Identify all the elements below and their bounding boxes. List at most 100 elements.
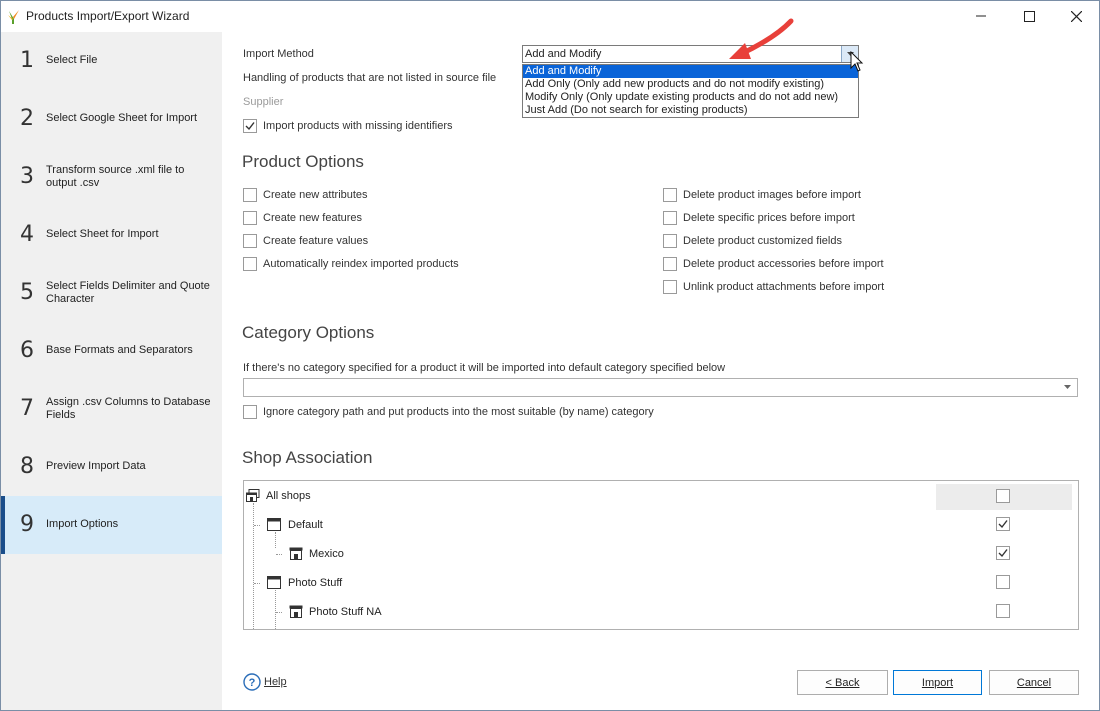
step-assign-columns[interactable]: 7 Assign .csv Columns to Database Fields (1, 380, 222, 438)
option-label: Delete product customized fields (683, 235, 842, 247)
step-number: 8 (20, 454, 34, 479)
step-import-options[interactable]: 9 Import Options (1, 496, 222, 554)
step-number: 3 (20, 164, 34, 189)
missing-identifiers-label: Import products with missing identifiers (263, 120, 453, 132)
tree-label: All shops (266, 490, 311, 502)
step-number: 6 (20, 338, 34, 363)
checkmark-icon (998, 520, 1008, 529)
import-method-label: Import Method (243, 48, 314, 60)
checkmark-icon (245, 122, 255, 131)
category-description: If there's no category specified for a p… (243, 362, 726, 374)
reindex-products-checkbox[interactable] (243, 257, 257, 271)
tree-row-mexico[interactable]: Mexico (244, 539, 1078, 568)
title-bar: Products Import/Export Wizard (1, 1, 1099, 32)
ignore-category-path-checkbox[interactable] (243, 405, 257, 419)
svg-text:?: ? (249, 677, 256, 689)
option-label: Delete product accessories before import (683, 258, 884, 270)
import-label: Import (921, 676, 954, 689)
all-shops-checkbox[interactable] (996, 489, 1010, 503)
unlink-attachments-checkbox[interactable] (663, 280, 677, 294)
step-select-sheet[interactable]: 4 Select Sheet for Import (1, 206, 222, 264)
checkmark-icon (998, 549, 1008, 558)
app-logo-icon (8, 10, 19, 24)
option-label: Unlink product attachments before import (683, 281, 885, 293)
option-just-add[interactable]: Just Add (Do not search for existing pro… (523, 104, 858, 117)
option-label: Automatically reindex imported products (263, 258, 459, 270)
create-attributes-checkbox[interactable] (243, 188, 257, 202)
step-label: Select File (46, 54, 98, 66)
step-number: 2 (20, 106, 34, 131)
shop-group-icon (246, 489, 260, 502)
help-icon: ? (243, 673, 261, 691)
product-options-title: Product Options (242, 152, 364, 171)
ignore-category-path-label: Ignore category path and put products in… (263, 406, 654, 418)
step-select-google-sheet[interactable]: 2 Select Google Sheet for Import (1, 90, 222, 148)
shop-icon (289, 605, 303, 618)
step-label: Import Options (46, 518, 119, 530)
delete-customized-fields-checkbox[interactable] (663, 234, 677, 248)
step-label: Base Formats and Separators (46, 344, 193, 356)
step-number: 1 (20, 48, 34, 73)
step-select-file[interactable]: 1 Select File (1, 32, 222, 90)
default-category-combobox[interactable] (243, 378, 1078, 397)
missing-identifiers-checkbox[interactable] (243, 119, 257, 133)
option-label: Delete product images before import (683, 189, 861, 201)
step-preview-data[interactable]: 8 Preview Import Data (1, 438, 222, 496)
step-label: Select Sheet for Import (46, 228, 159, 240)
option-add-only[interactable]: Add Only (Only add new products and do n… (523, 78, 858, 91)
mouse-cursor-icon (850, 51, 864, 72)
tree-row-photo-stuff[interactable]: Photo Stuff (244, 568, 1078, 597)
tree-row-photo-stuff-na[interactable]: Photo Stuff NA (244, 597, 1078, 626)
tree-row-default[interactable]: Default (244, 510, 1078, 539)
photo-stuff-na-shop-checkbox[interactable] (996, 604, 1010, 618)
shop-tree: All shops Default Mexico Photo Stuff Pho… (243, 480, 1079, 630)
step-number: 9 (20, 512, 34, 537)
step-label: Select Google Sheet for Import (46, 112, 198, 124)
create-features-checkbox[interactable] (243, 211, 257, 225)
tree-label: Default (288, 519, 323, 531)
tree-label: Photo Stuff (288, 577, 343, 589)
step-label: Preview Import Data (46, 460, 146, 472)
mexico-shop-checkbox[interactable] (996, 546, 1010, 560)
maximize-button[interactable] (1009, 4, 1049, 28)
option-modify-only[interactable]: Modify Only (Only update existing produc… (523, 91, 858, 104)
delete-specific-prices-checkbox[interactable] (663, 211, 677, 225)
window-title: Products Import/Export Wizard (26, 9, 190, 23)
cancel-button[interactable]: Cancel (989, 670, 1079, 695)
minimize-button[interactable] (961, 4, 1001, 28)
option-add-and-modify[interactable]: Add and Modify (523, 65, 858, 78)
shop-association-title: Shop Association (242, 448, 373, 467)
help-label: Help (264, 676, 287, 688)
photo-stuff-shop-checkbox[interactable] (996, 575, 1010, 589)
step-label: Transform source .xml file to output .cs… (46, 164, 185, 189)
step-number: 5 (20, 280, 34, 305)
shop-group-icon (267, 576, 281, 589)
step-label: Assign .csv Columns to Database Fields (46, 396, 211, 421)
option-label: Create new attributes (263, 189, 368, 201)
import-method-options-list: Add and Modify Add Only (Only add new pr… (522, 64, 859, 118)
step-label: Select Fields Delimiter and Quote Charac… (46, 280, 210, 305)
back-button[interactable]: < Back (797, 670, 888, 695)
step-number: 7 (20, 396, 34, 421)
import-button[interactable]: Import (893, 670, 982, 695)
step-base-formats[interactable]: 6 Base Formats and Separators (1, 322, 222, 380)
import-method-select[interactable]: Add and Modify (522, 45, 859, 63)
supplier-label: Supplier (243, 96, 284, 108)
shop-group-icon (267, 518, 281, 531)
close-icon (1070, 10, 1082, 22)
step-fields-delimiter[interactable]: 5 Select Fields Delimiter and Quote Char… (1, 264, 222, 322)
option-label: Create feature values (263, 235, 369, 247)
tree-row-all-shops[interactable]: All shops (244, 481, 1078, 510)
step-number: 4 (20, 222, 34, 247)
tree-label: Photo Stuff NA (309, 606, 382, 618)
minimize-icon (976, 15, 986, 17)
option-label: Create new features (263, 212, 363, 224)
chevron-down-icon (1064, 385, 1071, 389)
step-transform-xml[interactable]: 3 Transform source .xml file to output .… (1, 148, 222, 206)
create-feature-values-checkbox[interactable] (243, 234, 257, 248)
delete-images-checkbox[interactable] (663, 188, 677, 202)
wizard-steps-sidebar: 1 Select File 2 Select Google Sheet for … (1, 32, 222, 710)
close-button[interactable] (1056, 4, 1096, 28)
default-shop-checkbox[interactable] (996, 517, 1010, 531)
delete-accessories-checkbox[interactable] (663, 257, 677, 271)
